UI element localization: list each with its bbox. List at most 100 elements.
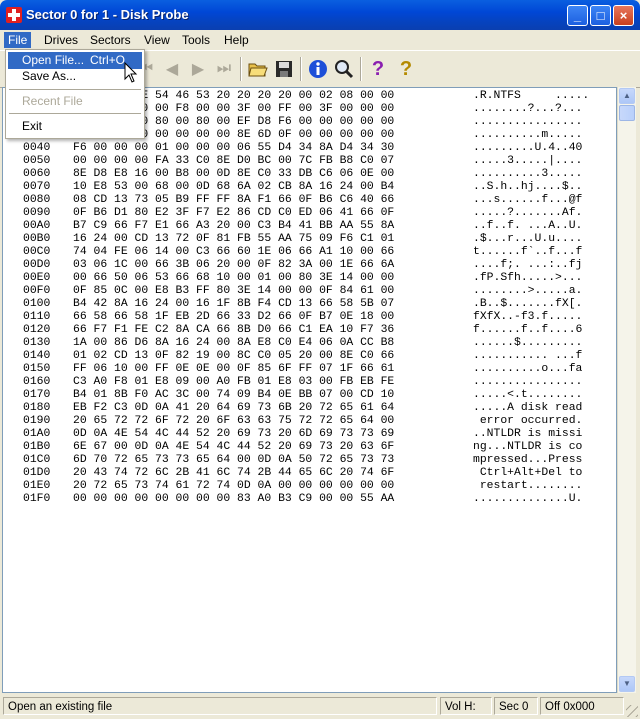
hex-row-address: 0190 xyxy=(23,415,51,427)
hex-row-address: 0130 xyxy=(23,337,51,349)
info-icon[interactable] xyxy=(306,56,330,82)
status-offset: Off 0x000 xyxy=(540,697,624,715)
hex-row-bytes: 66 F7 F1 FE C2 8A CA 66 8B D0 66 C1 EA 1… xyxy=(73,324,395,336)
hex-row-bytes: 00 00 00 00 FA 33 C0 8E D0 BC 00 7C FB B… xyxy=(73,155,395,167)
hex-row-address: 0040 xyxy=(23,142,51,154)
hex-row-bytes: C3 A0 F8 01 E8 09 00 A0 FB 01 E8 03 00 F… xyxy=(73,376,395,388)
menu-view[interactable]: View xyxy=(140,32,174,48)
menu-save-as[interactable]: Save As... xyxy=(8,68,142,85)
hex-row-bytes: 1A 00 86 D6 8A 16 24 00 8A E8 C0 E4 06 0… xyxy=(73,337,395,349)
toolbar-separator xyxy=(240,57,242,81)
scroll-down-button[interactable]: ▼ xyxy=(619,676,635,692)
hex-row-ascii: ..........3..... xyxy=(473,168,583,180)
app-icon[interactable] xyxy=(6,7,22,23)
hex-row-address: 0140 xyxy=(23,350,51,362)
save-disk-icon[interactable] xyxy=(272,56,296,82)
status-message: Open an existing file xyxy=(3,697,437,715)
hex-row-address: 0100 xyxy=(23,298,51,310)
hex-row-address: 01A0 xyxy=(23,428,51,440)
minimize-button[interactable]: _ xyxy=(567,5,588,26)
hex-row-bytes: 10 E8 53 00 68 00 0D 68 6A 02 CB 8A 16 2… xyxy=(73,181,395,193)
hex-row-address: 00D0 xyxy=(23,259,51,271)
hex-row-address: 00A0 xyxy=(23,220,51,232)
context-help-icon[interactable]: ? xyxy=(394,56,418,82)
hex-row-ascii: f......f..f....6 xyxy=(473,324,583,336)
hex-row-address: 0090 xyxy=(23,207,51,219)
hex-row-ascii: .fP.Sfh.....>... xyxy=(473,272,583,284)
hex-row-ascii: ..........m..... xyxy=(473,129,583,141)
hex-row-address: 0180 xyxy=(23,402,51,414)
menu-tools[interactable]: Tools xyxy=(178,32,214,48)
hex-row-ascii: ng...NTLDR is co xyxy=(473,441,583,453)
hex-row-bytes: 0F 85 0C 00 E8 B3 FF 80 3E 14 00 00 0F 8… xyxy=(73,285,395,297)
hex-row-ascii: t......f`..f...f xyxy=(473,246,583,258)
maximize-button[interactable]: □ xyxy=(590,5,611,26)
status-volume: Vol H: xyxy=(440,697,492,715)
hex-row-bytes: 16 24 00 CD 13 72 0F 81 FB 55 AA 75 09 F… xyxy=(73,233,395,245)
status-sector: Sec 0 xyxy=(494,697,538,715)
hex-row-bytes: 08 CD 13 73 05 B9 FF FF 8A F1 66 0F B6 C… xyxy=(73,194,395,206)
menu-open-file[interactable]: Open File... Ctrl+O xyxy=(8,52,142,69)
hex-row-address: 0160 xyxy=(23,376,51,388)
vertical-scrollbar[interactable]: ▲ ▼ xyxy=(617,87,636,693)
hex-row-ascii: Ctrl+Alt+Del to xyxy=(473,467,583,479)
next-sector-icon[interactable]: ▶ xyxy=(186,56,210,82)
hex-row-ascii: .R.NTFS ..... xyxy=(473,90,590,102)
resize-grip[interactable] xyxy=(626,705,638,717)
title-bar: Sector 0 for 1 - Disk Probe _ □ × xyxy=(0,0,640,30)
hex-row-address: 01D0 xyxy=(23,467,51,479)
hex-row-bytes: 74 04 FE 06 14 00 C3 66 60 1E 06 66 A1 1… xyxy=(73,246,395,258)
hex-row-bytes: F6 00 00 00 01 00 00 00 06 55 D4 34 8A D… xyxy=(73,142,395,154)
hex-row-ascii: .........U.4..40 xyxy=(473,142,583,154)
hex-row-ascii: ................ xyxy=(473,376,583,388)
hex-row-bytes: 00 66 50 06 53 66 68 10 00 01 00 80 3E 1… xyxy=(73,272,395,284)
menu-recent-file-label: Recent File xyxy=(22,94,83,108)
find-magnifier-icon[interactable] xyxy=(332,56,356,82)
hex-row-ascii: mpressed...Press xyxy=(473,454,583,466)
help-icon[interactable]: ? xyxy=(366,56,390,82)
hex-row-address: 0120 xyxy=(23,324,51,336)
menu-bar: File Drives Sectors View Tools Help xyxy=(0,30,640,49)
hex-row-address: 0050 xyxy=(23,155,51,167)
status-bar: Open an existing file Vol H: Sec 0 Off 0… xyxy=(0,695,640,719)
hex-row-bytes: 6E 67 00 0D 0A 4E 54 4C 44 52 20 69 73 2… xyxy=(73,441,395,453)
hex-row-ascii: .....?.......Af. xyxy=(473,207,583,219)
menu-drives[interactable]: Drives xyxy=(40,32,82,48)
hex-row-address: 01E0 xyxy=(23,480,51,492)
menu-exit[interactable]: Exit xyxy=(8,118,142,135)
hex-row-ascii: .....<.t........ xyxy=(473,389,583,401)
menu-recent-file: Recent File xyxy=(8,93,142,110)
hex-row-ascii: ....f;. ...:..fj xyxy=(473,259,583,271)
hex-row-address: 0070 xyxy=(23,181,51,193)
hex-row-ascii: ..S.h..hj....$.. xyxy=(473,181,583,193)
hex-row-ascii: .....3.....|.... xyxy=(473,155,583,167)
menu-save-as-label: Save As... xyxy=(22,69,77,83)
menu-help[interactable]: Help xyxy=(220,32,253,48)
menu-sectors[interactable]: Sectors xyxy=(86,32,135,48)
menu-exit-label: Exit xyxy=(22,119,43,133)
scroll-up-button[interactable]: ▲ xyxy=(619,88,635,104)
hex-row-ascii: ......$......... xyxy=(473,337,583,349)
hex-row-bytes: 0D 0A 4E 54 4C 44 52 20 69 73 20 6D 69 7… xyxy=(73,428,395,440)
previous-sector-icon[interactable]: ◀ xyxy=(160,56,184,82)
last-sector-icon[interactable]: ⏭ xyxy=(212,56,236,82)
hex-row-address: 0170 xyxy=(23,389,51,401)
hex-row-ascii: fXfX..-f3.f..... xyxy=(473,311,583,323)
hex-row-bytes: B4 42 8A 16 24 00 16 1F 8B F4 CD 13 66 5… xyxy=(73,298,395,310)
scroll-thumb[interactable] xyxy=(619,105,635,121)
toolbar-separator xyxy=(300,57,302,81)
menu-file[interactable]: File xyxy=(4,32,32,48)
hex-row-ascii: ................ xyxy=(473,116,583,128)
hex-row-address: 0110 xyxy=(23,311,51,323)
hex-row-ascii: restart........ xyxy=(473,480,583,492)
hex-row-bytes: 8E D8 E8 16 00 B8 00 0D 8E C0 33 DB C6 0… xyxy=(73,168,395,180)
close-button[interactable]: × xyxy=(613,5,634,26)
hex-row-address: 01C0 xyxy=(23,454,51,466)
open-folder-icon[interactable] xyxy=(246,56,270,82)
mouse-cursor-icon xyxy=(124,62,138,83)
hex-row-bytes: 20 72 65 73 74 61 72 74 0D 0A 00 00 00 0… xyxy=(73,480,395,492)
hex-row-ascii: ...s......f...@f xyxy=(473,194,583,206)
hex-row-bytes: 01 02 CD 13 0F 82 19 00 8C C0 05 20 00 8… xyxy=(73,350,395,362)
hex-row-bytes: B4 01 8B F0 AC 3C 00 74 09 B4 0E BB 07 0… xyxy=(73,389,395,401)
hex-view[interactable]: 0000EB 52 90 4E 54 46 53 20 20 20 20 00 … xyxy=(2,87,617,693)
